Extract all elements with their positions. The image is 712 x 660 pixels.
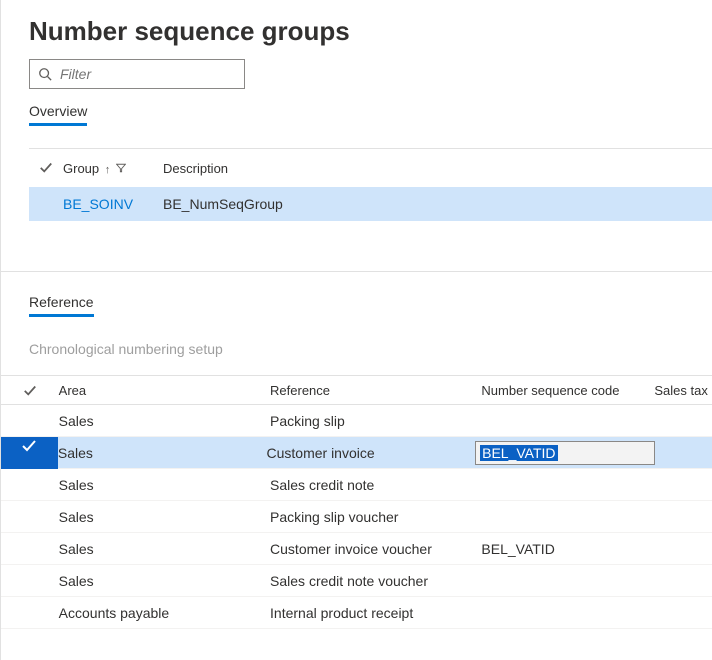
col-header-description[interactable]: Description bbox=[163, 161, 363, 176]
col-header-group-label: Group bbox=[63, 161, 99, 176]
col-header-reference[interactable]: Reference bbox=[270, 383, 481, 398]
area-cell: Sales bbox=[59, 509, 270, 525]
reference-cell: Sales credit note voucher bbox=[270, 573, 481, 589]
code-cell[interactable] bbox=[481, 509, 654, 525]
reference-grid: Area Reference Number sequence code Sale… bbox=[1, 375, 712, 629]
reference-row[interactable]: SalesPacking slip bbox=[1, 405, 712, 437]
tab-reference[interactable]: Reference bbox=[29, 294, 94, 317]
area-cell: Sales bbox=[59, 541, 270, 557]
search-icon bbox=[38, 67, 52, 81]
reference-row[interactable]: SalesPacking slip voucher bbox=[1, 501, 712, 533]
reference-cell: Internal product receipt bbox=[270, 605, 481, 621]
area-cell: Sales bbox=[59, 413, 270, 429]
tax-cell bbox=[654, 413, 712, 429]
area-cell: Sales bbox=[59, 573, 270, 589]
reference-cell: Customer invoice voucher bbox=[270, 541, 481, 557]
area-cell: Sales bbox=[59, 477, 270, 493]
tax-cell bbox=[654, 541, 712, 557]
code-cell[interactable] bbox=[481, 477, 654, 493]
reference-row[interactable]: SalesSales credit note voucher bbox=[1, 565, 712, 597]
filter-input[interactable] bbox=[58, 65, 236, 83]
page-title: Number sequence groups bbox=[29, 16, 712, 47]
group-description: BE_NumSeqGroup bbox=[163, 196, 363, 212]
reference-row[interactable]: SalesCustomer invoice voucherBEL_VATID bbox=[1, 533, 712, 565]
code-cell[interactable] bbox=[481, 573, 654, 589]
reference-subheading: Chronological numbering setup bbox=[29, 341, 712, 357]
filter-box[interactable] bbox=[29, 59, 245, 89]
col-header-code[interactable]: Number sequence code bbox=[481, 383, 654, 398]
filter-icon[interactable] bbox=[116, 164, 126, 176]
group-code[interactable]: BE_SOINV bbox=[63, 196, 163, 212]
tax-cell bbox=[654, 477, 712, 493]
col-header-area[interactable]: Area bbox=[59, 383, 270, 398]
tax-cell bbox=[654, 509, 712, 525]
select-all-overview[interactable] bbox=[29, 160, 63, 177]
tab-overview[interactable]: Overview bbox=[29, 103, 87, 126]
tax-cell bbox=[654, 605, 712, 621]
col-header-group[interactable]: Group ↑ bbox=[63, 161, 163, 176]
reference-cell: Customer invoice bbox=[267, 445, 476, 461]
reference-grid-header: Area Reference Number sequence code Sale… bbox=[1, 375, 712, 405]
overview-grid-header: Group ↑ Description bbox=[29, 149, 712, 187]
area-cell: Sales bbox=[58, 445, 267, 461]
reference-cell: Packing slip bbox=[270, 413, 481, 429]
page-root: Number sequence groups Overview Group ↑ bbox=[0, 0, 712, 660]
select-all-reference[interactable] bbox=[1, 383, 59, 397]
reference-row[interactable]: SalesSales credit note bbox=[1, 469, 712, 501]
code-input[interactable]: BEL_VATID bbox=[475, 441, 655, 465]
row-check[interactable] bbox=[1, 437, 58, 469]
tax-cell bbox=[655, 445, 712, 461]
col-header-sales-tax[interactable]: Sales tax bbox=[654, 383, 712, 398]
reference-cell: Sales credit note bbox=[270, 477, 481, 493]
code-cell[interactable] bbox=[481, 605, 654, 621]
sort-asc-icon: ↑ bbox=[105, 164, 111, 176]
overview-grid: Group ↑ Description BE_SOINVBE_NumSeqGro… bbox=[29, 148, 712, 221]
reference-row[interactable]: SalesCustomer invoiceBEL_VATID bbox=[1, 437, 712, 469]
code-cell[interactable]: BEL_VATID bbox=[475, 441, 655, 465]
overview-row[interactable]: BE_SOINVBE_NumSeqGroup bbox=[29, 187, 712, 221]
reference-cell: Packing slip voucher bbox=[270, 509, 481, 525]
col-header-description-label: Description bbox=[163, 161, 228, 176]
tax-cell bbox=[654, 573, 712, 589]
code-cell[interactable]: BEL_VATID bbox=[481, 541, 654, 557]
code-cell[interactable] bbox=[481, 413, 654, 429]
area-cell: Accounts payable bbox=[59, 605, 270, 621]
reference-row[interactable]: Accounts payableInternal product receipt bbox=[1, 597, 712, 629]
grid-divider bbox=[1, 271, 712, 272]
